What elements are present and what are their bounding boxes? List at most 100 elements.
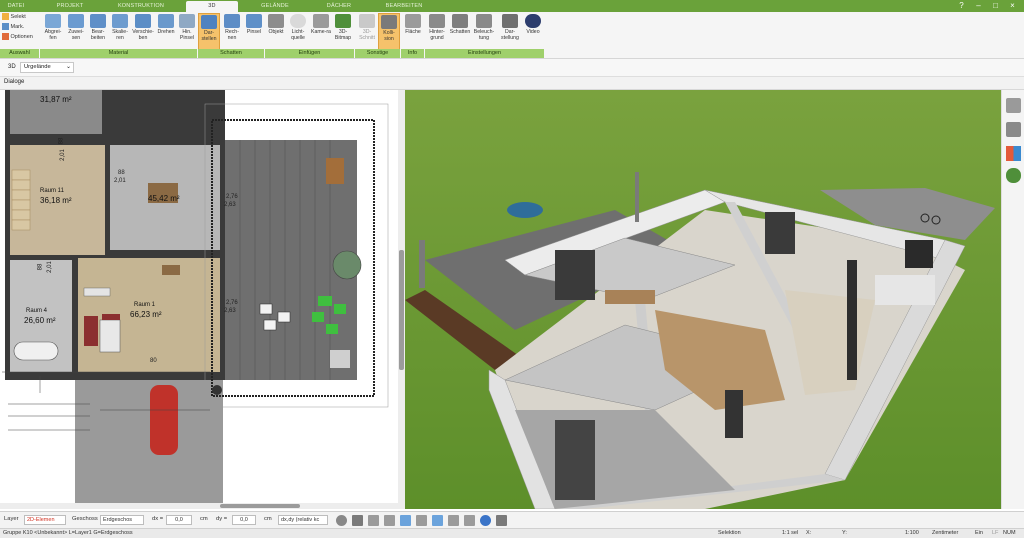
brush-icon xyxy=(179,14,195,28)
tab-konstruktion[interactable]: KONSTRUKTION xyxy=(110,1,172,12)
tree-icon xyxy=(335,14,351,28)
kollision-button[interactable]: Kolli-sion xyxy=(378,13,400,51)
hin-pinsel-button[interactable]: Hin. Pinsel xyxy=(176,13,198,51)
pinsel-button[interactable]: Pinsel xyxy=(243,13,265,51)
floor-plan-view[interactable]: 31,87 m² Raum 11 36,18 m² 45,42 m² Raum … xyxy=(0,90,398,509)
room-area-raum4: 26,60 m² xyxy=(24,316,56,325)
layers-icon[interactable] xyxy=(1006,98,1021,113)
info-circle-icon[interactable] xyxy=(480,515,491,526)
flaeche-button[interactable]: Fläche xyxy=(402,13,424,51)
tree-icon[interactable] xyxy=(1006,168,1021,183)
darstellung-label: Dar-stellung xyxy=(501,29,519,41)
3d-view[interactable] xyxy=(405,90,1001,509)
rechnen-button[interactable]: Rech-nen xyxy=(221,13,243,51)
lichtquelle-button[interactable]: Licht-quelle xyxy=(287,13,309,51)
plan-vertical-scrollbar[interactable] xyxy=(398,90,405,509)
group-material: Material xyxy=(40,49,198,58)
maximize-button[interactable]: □ xyxy=(990,1,1001,11)
kollision-label: Kolli-sion xyxy=(383,30,395,42)
room-name-raum1: Raum 1 xyxy=(134,302,156,308)
help-button[interactable]: ? xyxy=(956,1,967,11)
opening-dim-height-1: 2,63 xyxy=(224,202,236,208)
close-button[interactable]: × xyxy=(1007,1,1018,11)
scrollbar-thumb-h[interactable] xyxy=(220,504,300,508)
dialog-label[interactable]: Dialoge xyxy=(4,79,24,85)
darstellen-button[interactable]: Dar-stellen xyxy=(198,13,220,51)
materials-icon[interactable] xyxy=(1006,146,1021,161)
zuweisen-button[interactable]: Zuwei-sen xyxy=(65,13,87,51)
minimize-button[interactable]: – xyxy=(973,1,984,11)
skalieren-button[interactable]: Skalie-ren xyxy=(109,13,131,51)
scrollbar-thumb[interactable] xyxy=(399,250,404,370)
measure-icon[interactable] xyxy=(416,515,427,526)
dx-label: dx = xyxy=(152,516,164,522)
terrain-select[interactable]: Urgelände ⌄ xyxy=(20,62,74,73)
schatten-button[interactable]: Schatten xyxy=(449,13,471,51)
bearbeiten-button[interactable]: Bear-beiten xyxy=(87,13,109,51)
right-side-toolbar xyxy=(1001,90,1024,509)
chair-icon[interactable] xyxy=(1006,122,1021,137)
dy-input[interactable]: 0,0 xyxy=(232,515,256,525)
status-mode: Selektion xyxy=(718,530,741,536)
3d-bitmap-label: 3D-Bitmap xyxy=(334,29,352,41)
verschieben-button[interactable]: Verschie-ben xyxy=(131,13,155,51)
terrain-value: Urgelände xyxy=(24,64,51,70)
optionen-button[interactable]: Optionen xyxy=(2,33,33,42)
3d-schnitt-label: 3D-Schnitt xyxy=(359,29,375,41)
hintergrund-button[interactable]: Hinter-grund xyxy=(426,13,448,51)
plan-horizontal-scrollbar[interactable] xyxy=(0,503,398,509)
darstellen-label: Dar-stellen xyxy=(201,30,217,42)
layer-view-icon[interactable] xyxy=(432,515,443,526)
layer-label: Layer xyxy=(4,516,19,522)
paint-brush-icon xyxy=(246,14,262,28)
window-icon[interactable] xyxy=(464,515,475,526)
vertical-icon[interactable] xyxy=(496,515,507,526)
grid-icon[interactable] xyxy=(368,515,379,526)
abgreifen-button[interactable]: Abgrei-fen xyxy=(42,13,64,51)
kamera-button[interactable]: Kame-ra xyxy=(310,13,332,51)
snap-icon[interactable] xyxy=(352,515,363,526)
lighting-house-icon xyxy=(476,14,492,28)
group-einstellungen: Einstellungen xyxy=(425,49,545,58)
tab-projekt[interactable]: PROJEKT xyxy=(46,1,94,12)
objekt-button[interactable]: Objekt xyxy=(265,13,287,51)
tab-gelaende[interactable]: GELÄNDE xyxy=(250,1,300,12)
selekt-button[interactable]: Selekt xyxy=(2,13,26,22)
door-dim-height: 2,01 xyxy=(59,149,66,161)
beleuchtung-button[interactable]: Beleuch-tung xyxy=(473,13,495,51)
tab-daecher[interactable]: DÄCHER xyxy=(314,1,364,12)
chevron-down-icon: ⌄ xyxy=(65,64,71,70)
relative-select[interactable]: dx,dy (relativ kc xyxy=(278,515,328,525)
3d-schnitt-button[interactable]: 3D-Schnitt xyxy=(356,13,378,51)
verschieben-label: Verschie-ben xyxy=(132,29,154,41)
clock-icon[interactable] xyxy=(336,515,347,526)
status-group: Gruppe K10 <Unbekannt> L=Layer1 G=Erdges… xyxy=(3,530,133,536)
assign-icon xyxy=(68,14,84,28)
tab-3d[interactable]: 3D xyxy=(186,1,238,12)
room-area-raum1: 66,23 m² xyxy=(130,310,162,319)
angle-icon[interactable] xyxy=(400,515,411,526)
mark-button[interactable]: Mark. xyxy=(2,23,24,32)
scale-icon xyxy=(112,14,128,28)
dx-input[interactable]: 0,0 xyxy=(166,515,192,525)
geschoss-select[interactable]: Erdgeschos xyxy=(100,515,144,525)
status-scale: 1:100 xyxy=(905,530,919,536)
collision-icon xyxy=(381,15,397,29)
tab-datei[interactable]: DATEI xyxy=(2,1,30,12)
drehen-button[interactable]: Drehen xyxy=(155,13,177,51)
3d-bitmap-button[interactable]: 3D-Bitmap xyxy=(332,13,354,51)
rotate-icon xyxy=(158,14,174,28)
mark-label: Mark. xyxy=(10,24,25,30)
ortho-icon[interactable] xyxy=(384,515,395,526)
property-bar: Layer 2D-Elemen Geschoss Erdgeschos dx =… xyxy=(0,511,1024,528)
darstellung-button[interactable]: Dar-stellung xyxy=(499,13,521,51)
3d-scene xyxy=(405,90,1001,509)
table-icon[interactable] xyxy=(448,515,459,526)
play-icon xyxy=(525,14,541,28)
layer-select[interactable]: 2D-Elemen xyxy=(24,515,66,525)
hin-pinsel-label: Hin. Pinsel xyxy=(179,29,195,41)
status-unit: Zentimeter xyxy=(932,530,959,536)
video-button[interactable]: Video xyxy=(522,13,544,51)
tab-bearbeiten[interactable]: BEARBEITEN xyxy=(374,1,434,12)
status-x: X: xyxy=(806,530,812,536)
